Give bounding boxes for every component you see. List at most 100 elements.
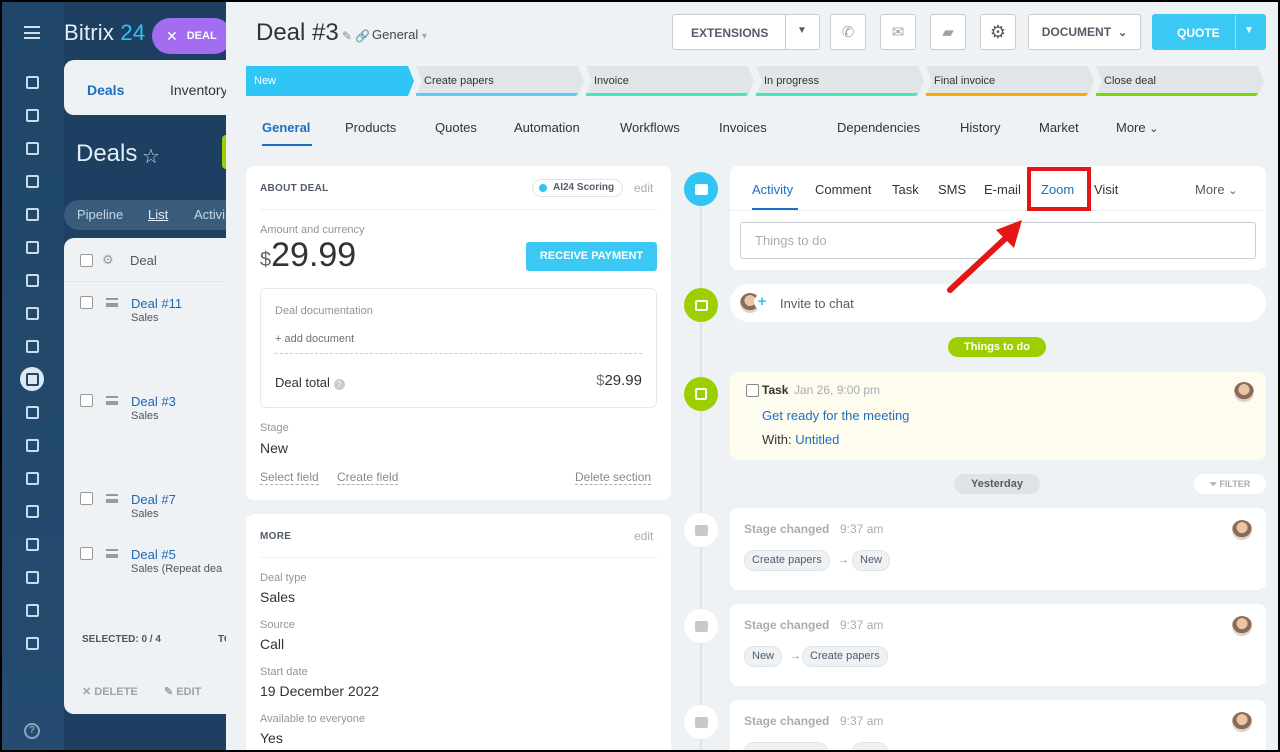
row-menu-icon[interactable] bbox=[106, 494, 118, 503]
sign-icon[interactable] bbox=[20, 499, 44, 523]
tab-history[interactable]: History bbox=[960, 120, 1000, 135]
field-value[interactable]: Yes bbox=[260, 730, 283, 746]
row-checkbox[interactable] bbox=[80, 547, 93, 560]
tab-general[interactable]: General bbox=[262, 120, 310, 135]
deal-slider-tab[interactable]: ✕ DEAL bbox=[152, 18, 232, 54]
column-deal[interactable]: Deal bbox=[130, 253, 157, 268]
edit-icon[interactable]: ✎ bbox=[342, 29, 352, 43]
envelope-icon[interactable]: ✉ bbox=[880, 14, 916, 50]
avatar[interactable] bbox=[1234, 382, 1254, 402]
plus-icon[interactable]: + bbox=[754, 294, 770, 310]
tab-workflows[interactable]: Workflows bbox=[620, 120, 680, 135]
chat-icon[interactable] bbox=[20, 136, 44, 160]
stage-create-papers[interactable]: Create papers bbox=[416, 66, 586, 96]
view-list[interactable]: List bbox=[148, 207, 168, 222]
row-checkbox[interactable] bbox=[80, 296, 93, 309]
avatar[interactable] bbox=[1232, 616, 1252, 636]
select-all-checkbox[interactable] bbox=[80, 254, 93, 267]
stage-new[interactable]: New bbox=[246, 66, 416, 96]
brand-logo[interactable]: Bitrix 24 bbox=[64, 20, 145, 46]
row-menu-icon[interactable] bbox=[106, 298, 118, 307]
task-date[interactable]: Jan 26, 9:00 pm bbox=[794, 383, 880, 397]
row-checkbox[interactable] bbox=[80, 394, 93, 407]
tab-dependencies[interactable]: Dependencies bbox=[837, 120, 920, 135]
tab-activity[interactable]: Activity bbox=[752, 182, 793, 197]
help-icon[interactable]: ? bbox=[24, 723, 40, 739]
crm-icon[interactable] bbox=[20, 367, 44, 391]
category-selector[interactable]: General ▾ bbox=[372, 27, 427, 42]
stage-in-progress[interactable]: In progress bbox=[756, 66, 926, 96]
avatar[interactable] bbox=[1232, 520, 1252, 540]
stage-close-deal[interactable]: Close deal bbox=[1096, 66, 1266, 96]
gear-icon[interactable]: ⚙ bbox=[980, 14, 1016, 50]
tab-sms[interactable]: SMS bbox=[938, 182, 966, 197]
tab-visit[interactable]: Visit bbox=[1094, 182, 1118, 197]
groups-icon[interactable] bbox=[20, 301, 44, 325]
link-icon[interactable]: 🔗 bbox=[355, 29, 370, 43]
row-menu-icon[interactable] bbox=[106, 396, 118, 405]
view-pipeline[interactable]: Pipeline bbox=[77, 207, 123, 222]
contacts-icon[interactable] bbox=[20, 532, 44, 556]
receive-payment-button[interactable]: RECEIVE PAYMENT bbox=[526, 242, 657, 271]
composer-more[interactable]: More ⌄ bbox=[1195, 182, 1237, 197]
task-title[interactable]: Get ready for the meeting bbox=[762, 408, 909, 423]
field-value[interactable]: Call bbox=[260, 636, 284, 652]
inventory-icon[interactable] bbox=[20, 598, 44, 622]
quote-button[interactable]: QUOTE ▼ bbox=[1152, 14, 1266, 50]
more-apps-icon[interactable] bbox=[20, 631, 44, 655]
delete-section-link[interactable]: Delete section bbox=[575, 470, 652, 485]
gear-icon[interactable]: ⚙ bbox=[102, 252, 114, 268]
deal-link[interactable]: Deal #5 bbox=[131, 547, 176, 562]
stage-invoice[interactable]: Invoice bbox=[586, 66, 756, 96]
activity-stream-icon[interactable] bbox=[20, 70, 44, 94]
chat-bubble-icon[interactable]: ▰ bbox=[930, 14, 966, 50]
phone-icon[interactable]: ✆ bbox=[830, 14, 866, 50]
ai-scoring-badge[interactable]: AI24 Scoring bbox=[532, 179, 624, 197]
task-checkbox[interactable] bbox=[746, 384, 759, 397]
stage-value[interactable]: New bbox=[260, 440, 288, 456]
view-activities[interactable]: Activi bbox=[194, 207, 225, 222]
tab-automation[interactable]: Automation bbox=[514, 120, 580, 135]
tab-deals[interactable]: Deals bbox=[87, 82, 124, 98]
tab-quotes[interactable]: Quotes bbox=[435, 120, 477, 135]
edit-button[interactable]: ✎ EDIT bbox=[164, 685, 201, 698]
filter-button[interactable]: ⏷ FILTER bbox=[1194, 474, 1266, 494]
tab-more[interactable]: More ⌄ bbox=[1116, 120, 1158, 135]
marketing-icon[interactable] bbox=[20, 433, 44, 457]
delete-button[interactable]: ✕ DELETE bbox=[82, 685, 138, 698]
row-menu-icon[interactable] bbox=[106, 549, 118, 558]
tab-task[interactable]: Task bbox=[892, 182, 919, 197]
field-value[interactable]: Sales bbox=[260, 589, 295, 605]
feed-icon[interactable] bbox=[20, 103, 44, 127]
edit-link[interactable]: edit bbox=[634, 181, 653, 195]
edit-link[interactable]: edit bbox=[634, 529, 653, 543]
shop-icon[interactable] bbox=[20, 466, 44, 490]
avatar[interactable] bbox=[1232, 712, 1252, 732]
company-icon[interactable] bbox=[20, 400, 44, 424]
documents-icon[interactable] bbox=[20, 202, 44, 226]
star-icon[interactable]: ☆ bbox=[142, 144, 160, 169]
add-document-link[interactable]: + add document bbox=[275, 333, 354, 345]
tab-market[interactable]: Market bbox=[1039, 120, 1079, 135]
tab-inventory[interactable]: Inventory bbox=[170, 82, 228, 98]
deal-link[interactable]: Deal #3 bbox=[131, 394, 176, 409]
row-checkbox[interactable] bbox=[80, 492, 93, 505]
drive-icon[interactable] bbox=[20, 235, 44, 259]
select-field-link[interactable]: Select field bbox=[260, 470, 319, 485]
robot-icon[interactable] bbox=[20, 565, 44, 589]
deal-link[interactable]: Deal #11 bbox=[131, 296, 182, 311]
stage-final-invoice[interactable]: Final invoice bbox=[926, 66, 1096, 96]
mail-icon[interactable] bbox=[20, 268, 44, 292]
tab-products[interactable]: Products bbox=[345, 120, 396, 135]
document-button[interactable]: DOCUMENT ⌄ bbox=[1028, 14, 1141, 50]
tab-email[interactable]: E-mail bbox=[984, 182, 1021, 197]
calendar-icon[interactable] bbox=[20, 169, 44, 193]
field-value[interactable]: 19 December 2022 bbox=[260, 683, 379, 699]
tab-comment[interactable]: Comment bbox=[815, 182, 871, 197]
menu-icon[interactable] bbox=[24, 26, 40, 39]
task-with-link[interactable]: Untitled bbox=[795, 432, 839, 447]
create-field-link[interactable]: Create field bbox=[337, 470, 399, 485]
extensions-button[interactable]: EXTENSIONS ▼ bbox=[672, 14, 820, 50]
tasks-icon[interactable] bbox=[20, 334, 44, 358]
tab-invoices[interactable]: Invoices bbox=[719, 120, 767, 135]
